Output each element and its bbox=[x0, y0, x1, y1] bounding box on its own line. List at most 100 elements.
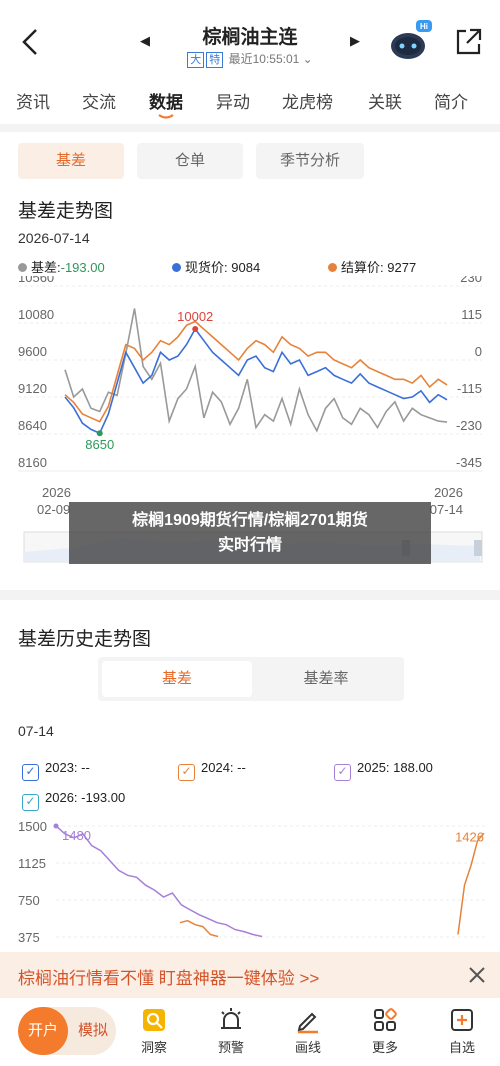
legend-dot bbox=[328, 263, 337, 272]
annotation-label: 1480 bbox=[62, 828, 91, 843]
series-line-2 bbox=[64, 308, 448, 433]
nav-draw[interactable]: 画线 bbox=[283, 1006, 333, 1056]
series-line-2024 bbox=[179, 919, 219, 938]
legend-value: -193.00 bbox=[60, 260, 105, 275]
subtab-basis[interactable]: 基差 bbox=[18, 143, 124, 179]
nav-label: 预警 bbox=[217, 1040, 244, 1055]
y-right-tick: -230 bbox=[456, 418, 482, 433]
nav-label: 更多 bbox=[371, 1040, 398, 1055]
legend-settle: 结算价: 9277 bbox=[328, 257, 416, 276]
caption-line-1: 棕榈1909期货行情/棕榈2701期货 bbox=[132, 512, 368, 529]
x-end-date: 07-14 bbox=[430, 502, 463, 517]
subtab-warehouse[interactable]: 仓单 bbox=[137, 143, 243, 179]
legend-2023[interactable]: ✓ 2023: -- bbox=[22, 760, 90, 781]
nav-label: 画线 bbox=[294, 1040, 321, 1055]
y-tick: 375 bbox=[18, 930, 40, 945]
tag-da: 大 bbox=[187, 52, 205, 68]
y-left-tick: 9120 bbox=[18, 381, 47, 396]
max-point bbox=[192, 326, 199, 333]
start-point bbox=[53, 823, 59, 829]
tag-te: 特 bbox=[206, 52, 224, 68]
nav-label: 自选 bbox=[448, 1040, 475, 1055]
legend-label: 2025: 188.00 bbox=[357, 760, 433, 775]
y-left-tick: 9600 bbox=[18, 344, 47, 359]
tab-community[interactable]: 交流 bbox=[82, 88, 116, 113]
alert-bell-icon bbox=[221, 1008, 241, 1029]
robot-assistant-icon[interactable]: Hi bbox=[388, 18, 434, 64]
legend-value: 9084 bbox=[231, 260, 261, 275]
nav-label: 洞察 bbox=[140, 1040, 167, 1055]
toggle-basis[interactable]: 基差 bbox=[102, 661, 252, 697]
max-label: 10002 bbox=[177, 309, 213, 324]
history-chart-date: 07-14 bbox=[18, 723, 54, 739]
legend-2025[interactable]: ✓ 2025: 188.00 bbox=[334, 760, 433, 781]
active-tab-indicator bbox=[158, 114, 174, 119]
next-contract-icon[interactable]: ▶ bbox=[350, 33, 366, 49]
nav-insight[interactable]: 洞察 bbox=[129, 1006, 179, 1056]
legend-2026[interactable]: ✓ 2026: -193.00 bbox=[22, 790, 125, 811]
y-right-tick: 115 bbox=[461, 307, 482, 322]
legend-dot bbox=[18, 263, 27, 272]
tab-related[interactable]: 关联 bbox=[368, 88, 402, 113]
legend-basis: 基差:-193.00 bbox=[18, 257, 105, 276]
bottom-bar: 开户 模拟 洞察 预警 画线 更多 自选 bbox=[0, 998, 500, 1066]
y-tick: 1500 bbox=[18, 819, 47, 834]
series-line-2024-end bbox=[457, 832, 485, 935]
checkbox-icon[interactable]: ✓ bbox=[178, 764, 195, 781]
y-left-tick: 10560 bbox=[18, 276, 54, 285]
promo-text[interactable]: 棕榈油行情看不懂 盯盘神器一键体验 >> bbox=[18, 964, 319, 989]
nav-alert[interactable]: 预警 bbox=[206, 1006, 256, 1056]
legend-label: 2024: -- bbox=[201, 760, 246, 775]
y-tick: 750 bbox=[18, 893, 40, 908]
close-icon[interactable] bbox=[466, 964, 488, 986]
y-right-tick: 230 bbox=[460, 276, 482, 285]
subtab-seasonal[interactable]: 季节分析 bbox=[256, 143, 364, 179]
y-right-tick: -345 bbox=[456, 455, 482, 470]
insight-icon bbox=[143, 1009, 165, 1031]
divider bbox=[0, 590, 500, 600]
legend-label: 2023: -- bbox=[45, 760, 90, 775]
checkbox-icon[interactable]: ✓ bbox=[22, 794, 39, 811]
chevron-down-icon[interactable]: ⌄ bbox=[303, 52, 313, 66]
tab-dragon-tiger[interactable]: 龙虎榜 bbox=[282, 88, 333, 113]
checkbox-icon[interactable]: ✓ bbox=[22, 764, 39, 781]
basis-chart-date: 2026-07-14 bbox=[18, 230, 90, 246]
tab-intro[interactable]: 简介 bbox=[434, 88, 468, 113]
tab-news[interactable]: 资讯 bbox=[16, 88, 50, 113]
history-toggle: 基差 基差率 bbox=[98, 657, 404, 701]
basis-chart-title: 基差走势图 bbox=[18, 201, 114, 222]
bot-badge: Hi bbox=[420, 22, 428, 31]
simulate-button[interactable]: 模拟 bbox=[70, 1007, 116, 1055]
checkbox-icon[interactable]: ✓ bbox=[334, 764, 351, 781]
toggle-basis-rate[interactable]: 基差率 bbox=[252, 661, 400, 697]
promo-banner[interactable]: 棕榈油行情看不懂 盯盘神器一键体验 >> bbox=[0, 952, 500, 998]
legend-value: 9277 bbox=[387, 260, 417, 275]
nav-more[interactable]: 更多 bbox=[360, 1006, 410, 1056]
x-start-date: 02-09 bbox=[37, 502, 70, 517]
annotation-label: 1426 bbox=[455, 829, 484, 844]
legend-label: 现货价: bbox=[185, 260, 228, 275]
legend-spot: 现货价: 9084 bbox=[172, 257, 260, 276]
add-square-icon bbox=[451, 1009, 473, 1031]
header: ◀ 棕榈油主连 ▶ 大特 最近10:55:01 ⌄ Hi bbox=[0, 0, 500, 78]
x-end-year: 2026 bbox=[434, 485, 463, 500]
tab-data[interactable]: 数据 bbox=[149, 88, 183, 113]
caption-overlay: 棕榈1909期货行情/棕榈2701期货 实时行情 bbox=[69, 502, 431, 564]
tab-movement[interactable]: 异动 bbox=[216, 88, 250, 113]
legend-2024[interactable]: ✓ 2024: -- bbox=[178, 760, 246, 781]
slider-handle-right[interactable] bbox=[474, 540, 482, 556]
share-icon[interactable] bbox=[452, 26, 484, 58]
tab-bar: 资讯 交流 数据 异动 龙虎榜 关联 简介 bbox=[0, 88, 500, 118]
nav-watchlist[interactable]: 自选 bbox=[437, 1006, 487, 1056]
y-tick: 1125 bbox=[18, 856, 46, 871]
min-point bbox=[96, 430, 103, 437]
y-left-tick: 10080 bbox=[18, 307, 54, 322]
series-line-0 bbox=[64, 327, 448, 435]
account-toggle[interactable]: 开户 模拟 bbox=[18, 1007, 116, 1055]
y-right-tick: -115 bbox=[457, 381, 482, 396]
min-label: 8650 bbox=[85, 437, 114, 452]
open-account-button[interactable]: 开户 bbox=[18, 1007, 68, 1055]
divider bbox=[0, 124, 500, 132]
basis-history-chart[interactable]: 1500 1125 750 375 1480 1426 bbox=[0, 812, 500, 952]
update-time: 最近10:55:01 bbox=[228, 52, 300, 66]
